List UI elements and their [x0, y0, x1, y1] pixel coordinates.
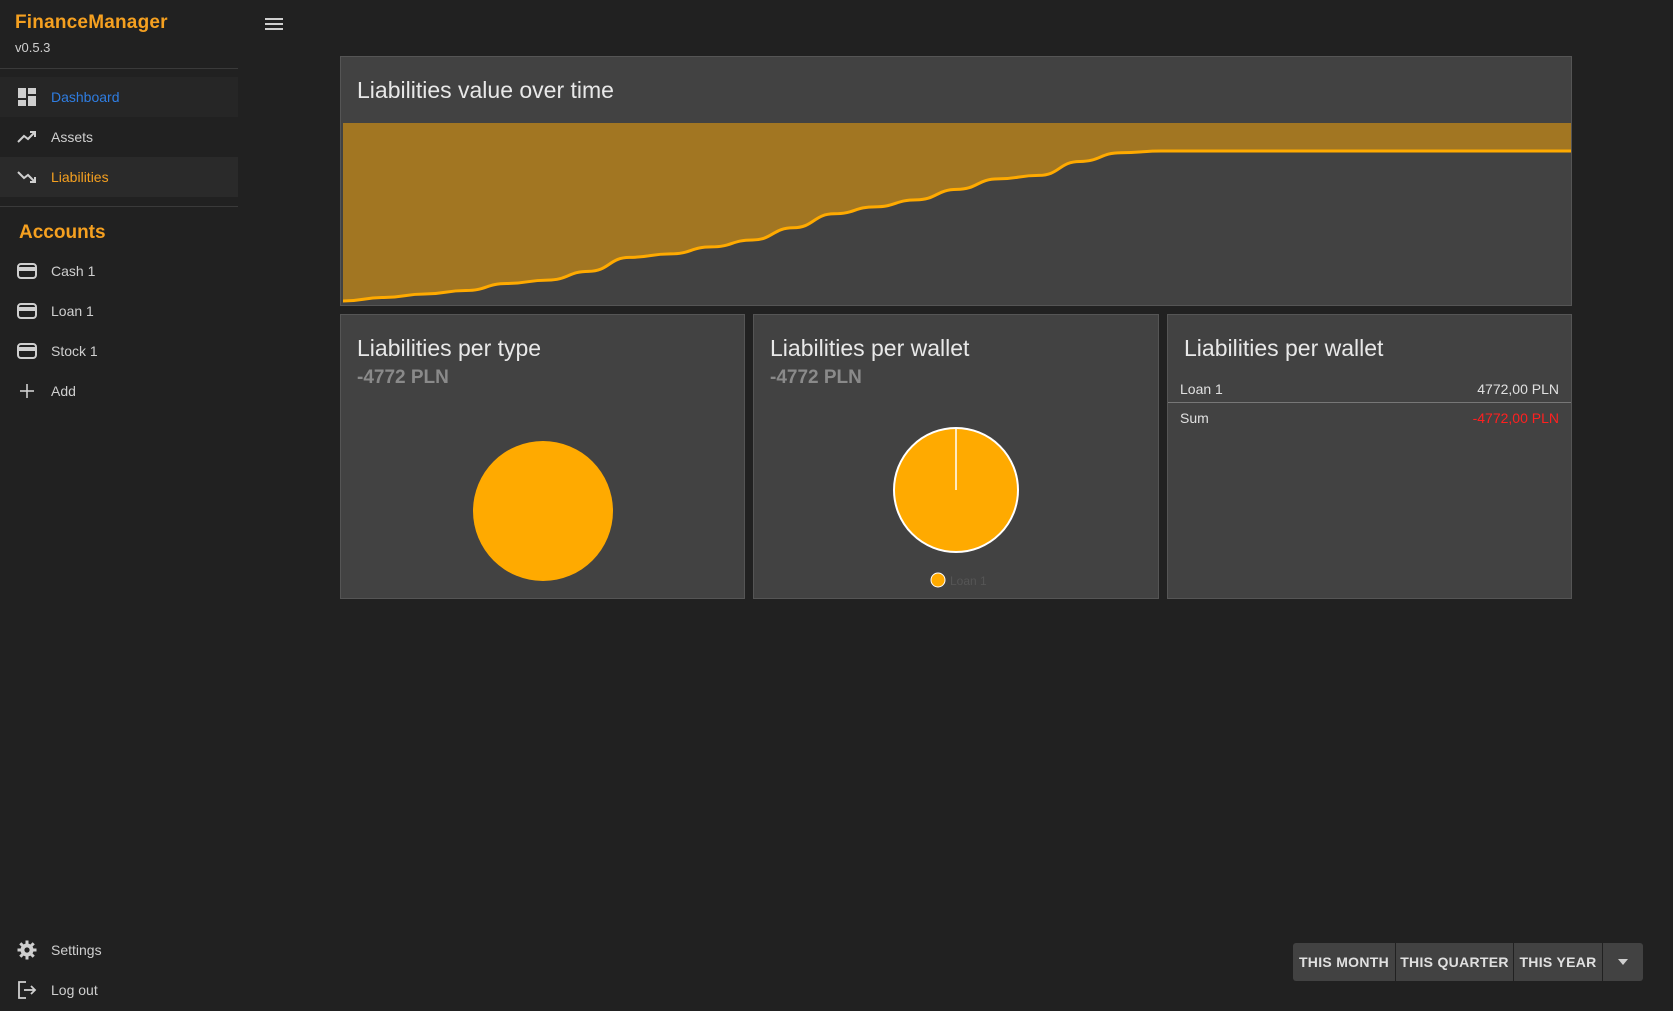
dashboard-icon — [17, 87, 37, 107]
card-title: Liabilities value over time — [357, 77, 614, 103]
pie-chart-per-wallet: Loan 1 — [893, 427, 1019, 588]
gear-icon — [17, 940, 37, 960]
accounts-header: Accounts — [19, 222, 106, 243]
row-value: 4772,00 PLN — [1477, 380, 1559, 397]
table-row: Loan 1 4772,00 PLN — [1168, 375, 1571, 403]
logout-button[interactable]: Log out — [0, 970, 238, 1010]
pie-slice[interactable] — [473, 441, 613, 581]
accounts-list: Cash 1 Loan 1 Stock 1 Add — [0, 251, 238, 411]
card-liabilities-over-time: Liabilities value over time — [340, 56, 1572, 306]
settings-label: Settings — [51, 942, 102, 958]
nav-item-liabilities[interactable]: Liabilities — [0, 157, 238, 197]
trending-down-icon — [17, 167, 37, 187]
nav-label-assets: Assets — [51, 129, 94, 145]
main-nav: Dashboard Assets Liabilities — [0, 69, 238, 197]
this-year-button[interactable]: THIS YEAR — [1514, 943, 1603, 981]
nav-item-dashboard[interactable]: Dashboard — [0, 77, 238, 117]
card-liabilities-per-type: Liabilities per type -4772 PLN — [340, 314, 745, 599]
add-account-button[interactable]: Add — [0, 371, 238, 411]
this-quarter-button[interactable]: THIS QUARTER — [1396, 943, 1514, 981]
wallet-icon — [17, 301, 37, 321]
account-label: Loan 1 — [51, 303, 94, 319]
nav-item-assets[interactable]: Assets — [0, 117, 238, 157]
area-chart — [343, 123, 1571, 303]
date-range-buttons: THIS MONTH THIS QUARTER THIS YEAR — [1293, 943, 1643, 981]
plus-icon — [17, 381, 37, 401]
account-label: Stock 1 — [51, 343, 98, 359]
this-month-button[interactable]: THIS MONTH — [1293, 943, 1396, 981]
hamburger-menu-icon[interactable] — [264, 15, 284, 33]
settings-button[interactable]: Settings — [0, 930, 238, 970]
table-row-sum: Sum -4772,00 PLN — [1168, 404, 1571, 432]
range-dropdown-button[interactable] — [1603, 943, 1643, 981]
account-label: Cash 1 — [51, 263, 96, 279]
account-item-loan-1[interactable]: Loan 1 — [0, 291, 238, 331]
nav-label-dashboard: Dashboard — [51, 89, 120, 105]
card-liabilities-per-wallet-chart: Liabilities per wallet -4772 PLN Loan 1 — [753, 314, 1159, 599]
wallet-icon — [17, 341, 37, 361]
bottom-nav: Settings Log out — [0, 930, 238, 1010]
pie-chart-per-type — [473, 441, 613, 581]
wallet-icon — [17, 261, 37, 281]
row-value: -4772,00 PLN — [1472, 410, 1559, 426]
nav-label-liabilities: Liabilities — [51, 169, 109, 185]
trending-up-icon — [17, 127, 37, 147]
brand: FinanceManager v0.5.3 — [0, 0, 238, 69]
add-label: Add — [51, 383, 76, 399]
legend-label[interactable]: Loan 1 — [950, 574, 987, 588]
account-item-cash-1[interactable]: Cash 1 — [0, 251, 238, 291]
row-name: Sum — [1180, 410, 1209, 426]
legend-marker[interactable] — [930, 572, 946, 588]
app-title: FinanceManager — [15, 12, 168, 33]
row-name: Loan 1 — [1180, 380, 1223, 397]
app-version: v0.5.3 — [15, 40, 51, 55]
logout-icon — [17, 980, 37, 1000]
caret-down-icon — [1618, 959, 1628, 965]
logout-label: Log out — [51, 982, 98, 998]
card-liabilities-per-wallet-table: Liabilities per wallet Loan 1 4772,00 PL… — [1167, 314, 1572, 599]
sidebar: FinanceManager v0.5.3 Dashboard Assets L… — [0, 0, 238, 1011]
account-item-stock-1[interactable]: Stock 1 — [0, 331, 238, 371]
card-title: Liabilities per wallet — [1184, 335, 1384, 361]
